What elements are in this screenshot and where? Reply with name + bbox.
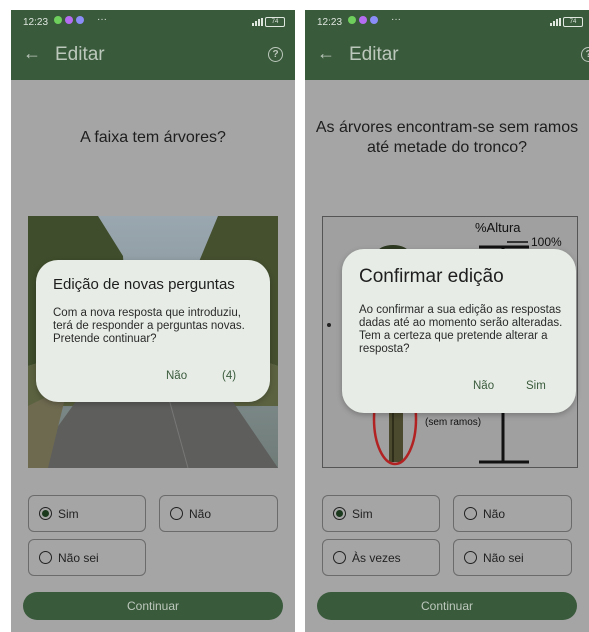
option-label: Sim [58, 506, 79, 521]
notification-icons [348, 16, 378, 24]
battery-icon: 74 [563, 17, 583, 27]
radio-icon[interactable] [39, 551, 52, 564]
notification-icons [54, 16, 84, 24]
back-arrow-icon[interactable]: ← [23, 43, 41, 64]
no-button[interactable]: Não [166, 370, 187, 382]
continue-button[interactable]: Continuar [23, 592, 283, 620]
question-text: As árvores encontram-se sem ramos até me… [315, 119, 579, 156]
yes-button[interactable]: Sim [526, 380, 546, 392]
hundred-percent-label: 100% [531, 235, 562, 249]
option-label: Não [483, 506, 506, 521]
option-nao-sei[interactable]: Não sei [453, 539, 572, 576]
help-icon[interactable]: ? [268, 47, 283, 62]
radio-icon[interactable] [333, 507, 346, 520]
phone-screen-right: 12:23 ··· 74 ← Editar ? As árvores encon… [305, 10, 589, 632]
option-nao-sei[interactable]: Não sei [28, 539, 146, 576]
signal-icon [550, 18, 561, 26]
signal-icon [252, 18, 263, 26]
radio-icon[interactable] [464, 551, 477, 564]
help-icon[interactable]: ? [581, 47, 589, 62]
dialog-message: Com a nova resposta que introduziu, terá… [53, 307, 245, 345]
height-percent-label: %Altura [475, 220, 521, 235]
battery-icon: 74 [265, 17, 285, 27]
status-bar: 12:23 ··· 74 [11, 10, 295, 34]
more-notifications-icon: ··· [97, 14, 107, 25]
continue-button[interactable]: Continuar [317, 592, 577, 620]
radio-icon[interactable] [39, 507, 52, 520]
option-as-vezes[interactable]: Às vezes [322, 539, 440, 576]
no-branches-label: (sem ramos) [425, 417, 482, 428]
option-label: Sim [352, 506, 373, 521]
option-sim[interactable]: Sim [322, 495, 440, 532]
dialog-title: Confirmar edição [359, 266, 504, 287]
option-nao[interactable]: Não [453, 495, 572, 532]
status-time: 12:23 [23, 17, 49, 28]
option-label: Não sei [58, 550, 99, 565]
app-notification-icon [370, 16, 378, 24]
status-time: 12:23 [317, 17, 343, 28]
messenger-icon [65, 16, 73, 24]
messenger-icon [359, 16, 367, 24]
back-arrow-icon[interactable]: ← [317, 43, 335, 64]
no-button[interactable]: Não [473, 380, 494, 392]
page-title: Editar [349, 44, 399, 65]
option-nao[interactable]: Não [159, 495, 278, 532]
app-notification-icon [76, 16, 84, 24]
confirm-edit-dialog: Confirmar edição Ao confirmar a sua ediç… [342, 249, 576, 413]
dialog-title: Edição de novas perguntas [53, 276, 235, 293]
radio-icon[interactable] [333, 551, 346, 564]
more-notifications-icon: ··· [391, 14, 401, 25]
phone-screen-left: 12:23 ··· 74 ← Editar ? A faixa tem árvo… [11, 10, 295, 632]
app-bar: ← Editar ? [305, 34, 589, 80]
radio-icon[interactable] [464, 507, 477, 520]
whatsapp-icon [348, 16, 356, 24]
dialog-message: Ao confirmar a sua edição as respostas d… [359, 304, 563, 355]
countdown-button[interactable]: (4) [222, 370, 236, 382]
new-questions-dialog: Edição de novas perguntas Com a nova res… [36, 260, 270, 402]
question-text: A faixa tem árvores? [80, 129, 226, 146]
whatsapp-icon [54, 16, 62, 24]
radio-icon[interactable] [170, 507, 183, 520]
option-label: Não sei [483, 550, 524, 565]
app-bar: ← Editar ? [11, 34, 295, 80]
option-sim[interactable]: Sim [28, 495, 146, 532]
page-title: Editar [55, 44, 105, 65]
status-bar: 12:23 ··· 74 [305, 10, 589, 34]
option-label: Não [189, 506, 212, 521]
option-label: Às vezes [352, 550, 401, 565]
